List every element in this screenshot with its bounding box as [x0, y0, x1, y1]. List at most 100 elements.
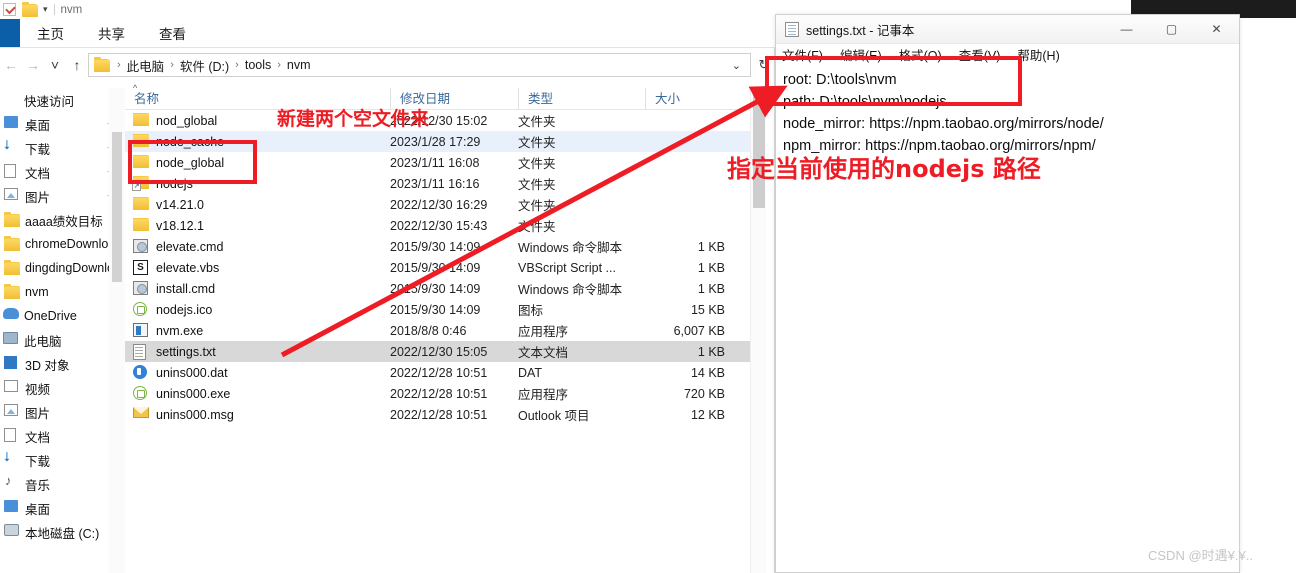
sidebar-item-2[interactable]: 下载📌	[0, 136, 125, 160]
file-name-cell: unins000.exe	[125, 385, 390, 402]
back-arrow-icon[interactable]: ←	[0, 53, 22, 77]
file-type: 应用程序	[518, 388, 569, 402]
tab-home[interactable]: 主页	[20, 19, 81, 47]
sidebar-item-0[interactable]: 快速访问	[0, 88, 125, 112]
tab-view[interactable]: 查看	[142, 19, 203, 47]
sidebar-item-16[interactable]: 音乐	[0, 472, 125, 496]
table-row[interactable]: unins000.dat 2022/12/28 10:51 DAT 14 KB	[125, 362, 750, 383]
sidebar-item-15[interactable]: 下载	[0, 448, 125, 472]
forward-arrow-icon[interactable]: →	[22, 53, 44, 77]
table-row[interactable]: nvm.exe 2018/8/8 0:46 应用程序 6,007 KB	[125, 320, 750, 341]
file-size: 1 KB	[697, 344, 725, 359]
menu-view[interactable]: 查看(V)	[959, 45, 1001, 64]
column-header-size[interactable]: 大小	[645, 87, 733, 110]
breadcrumb-separator: ›	[117, 59, 121, 71]
sidebar-item-5[interactable]: aaaa绩效目标	[0, 208, 125, 232]
address-bar-row: ← → ˅ ↑ › 此电脑 › 软件 (D:) › tools › nvm ⌄ …	[0, 52, 775, 78]
table-row[interactable]: install.cmd 2015/9/30 14:09 Windows 命令脚本 1 …	[125, 278, 750, 299]
sidebar-item-7[interactable]: dingdingDownloa	[0, 256, 125, 280]
up-arrow-icon[interactable]: ↑	[66, 53, 88, 77]
file-date: 2022/12/30 16:29	[390, 197, 488, 212]
breadcrumb-nvm[interactable]: nvm	[286, 58, 312, 72]
chevron-down-icon[interactable]: ⌄	[726, 59, 747, 72]
sidebar-item-1[interactable]: 桌面📌	[0, 112, 125, 136]
sidebar-item-9[interactable]: OneDrive	[0, 304, 125, 328]
sidebar-item-14[interactable]: 文档	[0, 424, 125, 448]
sidebar-item-4[interactable]: 图片📌	[0, 184, 125, 208]
sidebar-item-6[interactable]: chromeDownload	[0, 232, 125, 256]
breadcrumb-drive-d[interactable]: 软件 (D:)	[179, 56, 230, 75]
table-row[interactable]: unins000.exe 2022/12/28 10:51 应用程序 720 KB	[125, 383, 750, 404]
file-type: 应用程序	[518, 325, 569, 339]
table-row[interactable]: ↗ nodejs 2023/1/11 16:16 文件夹	[125, 173, 750, 194]
file-name-cell: node_cache	[125, 133, 390, 150]
notepad-menu-bar: 文件(F) 编辑(E) 格式(O) 查看(V) 帮助(H)	[776, 44, 1239, 64]
folder-icon	[4, 260, 20, 276]
sidebar-item-label: 此电脑	[24, 334, 62, 349]
sidebar-item-label: 图片	[25, 190, 51, 205]
file-type: 图标	[518, 304, 544, 318]
settings-line-node-mirror: node_mirror: https://npm.taobao.org/mirr…	[783, 116, 1104, 132]
sidebar-item-17[interactable]: 桌面	[0, 496, 125, 520]
recent-locations-icon[interactable]: ˅	[44, 53, 66, 77]
column-header-row: 名称 修改日期 类型 大小	[125, 87, 750, 110]
sidebar-item-label: OneDrive	[24, 309, 77, 323]
menu-file[interactable]: 文件(F)	[782, 45, 823, 64]
breadcrumb-separator: ›	[170, 59, 174, 71]
table-row[interactable]: nod_global 2022/12/30 15:02 文件夹	[125, 110, 750, 131]
minimize-button[interactable]: —	[1104, 15, 1149, 44]
folder-icon	[4, 236, 20, 252]
table-row[interactable]: nodejs.ico 2015/9/30 14:09 图标 15 KB	[125, 299, 750, 320]
file-name: nodejs	[156, 176, 193, 191]
navigation-pane-scrollbar[interactable]	[109, 88, 125, 573]
tab-share[interactable]: 共享	[81, 19, 142, 47]
file-name: nvm.exe	[156, 323, 204, 338]
menu-help[interactable]: 帮助(H)	[1017, 45, 1059, 64]
local-disk-icon	[4, 524, 20, 540]
file-name: elevate.vbs	[156, 260, 220, 275]
file-name: unins000.dat	[156, 365, 228, 380]
maximize-button[interactable]: ▢	[1149, 15, 1194, 44]
table-row[interactable]: v18.12.1 2022/12/30 15:43 文件夹	[125, 215, 750, 236]
refresh-icon[interactable]: ↻	[753, 53, 775, 77]
sidebar-item-3[interactable]: 文档📌	[0, 160, 125, 184]
table-row[interactable]: settings.txt 2022/12/30 15:05 文本文档 1 KB	[125, 341, 750, 362]
table-row[interactable]: unins000.msg 2022/12/28 10:51 Outlook 项目 12…	[125, 404, 750, 425]
scrollbar-thumb[interactable]	[753, 88, 765, 208]
breadcrumb-tools[interactable]: tools	[244, 58, 272, 72]
file-date: 2023/1/11 16:08	[390, 155, 480, 170]
ribbon-tab-bar: 主页 共享 查看	[0, 19, 775, 47]
scrollbar-thumb[interactable]	[112, 132, 122, 282]
sidebar-item-8[interactable]: nvm	[0, 280, 125, 304]
sidebar-item-11[interactable]: 3D 对象	[0, 352, 125, 376]
sidebar-item-10[interactable]: 此电脑	[0, 328, 125, 352]
sidebar-item-18[interactable]: 本地磁盘 (C:)	[0, 520, 125, 544]
table-row[interactable]: v14.21.0 2022/12/30 16:29 文件夹	[125, 194, 750, 215]
star-icon	[3, 92, 19, 108]
notepad-title-bar[interactable]: settings.txt - 记事本 — ▢ ✕	[776, 15, 1239, 44]
file-name: nod_global	[156, 113, 218, 128]
breadcrumb-this-pc[interactable]: 此电脑	[126, 56, 166, 75]
table-row[interactable]: node_global 2023/1/11 16:08 文件夹	[125, 152, 750, 173]
sidebar-item-13[interactable]: 图片	[0, 400, 125, 424]
menu-edit[interactable]: 编辑(E)	[840, 45, 882, 64]
table-row[interactable]: Selevate.vbs 2015/9/30 14:09 VBScript Scri…	[125, 257, 750, 278]
settings-line-path: path: D:\tools\nvm\nodejs	[783, 94, 947, 110]
cmd-script-icon	[133, 280, 150, 297]
notepad-text-area[interactable]: root: D:\tools\nvm path: D:\tools\nvm\no…	[777, 65, 1238, 571]
folder-icon[interactable]	[22, 1, 38, 17]
sidebar-item-12[interactable]: 视频	[0, 376, 125, 400]
file-type: 文件夹	[518, 136, 556, 150]
window-controls: — ▢ ✕	[1104, 15, 1239, 44]
table-row[interactable]: elevate.cmd 2015/9/30 14:09 Windows 命令脚本 1 …	[125, 236, 750, 257]
chevron-down-icon[interactable]: ▾	[43, 5, 48, 14]
navigation-pane: 快速访问桌面📌下载📌文档📌图片📌 aaaa绩效目标 chromeDownload di…	[0, 88, 125, 573]
menu-format[interactable]: 格式(O)	[899, 45, 942, 64]
table-row[interactable]: node_cache 2023/1/28 17:29 文件夹	[125, 131, 750, 152]
close-button[interactable]: ✕	[1194, 15, 1239, 44]
checkmark-icon[interactable]	[3, 3, 16, 16]
column-header-type[interactable]: 类型	[518, 87, 645, 110]
vbscript-icon: S	[133, 259, 150, 276]
tab-file[interactable]	[0, 19, 20, 47]
address-bar[interactable]: › 此电脑 › 软件 (D:) › tools › nvm ⌄	[88, 53, 751, 77]
